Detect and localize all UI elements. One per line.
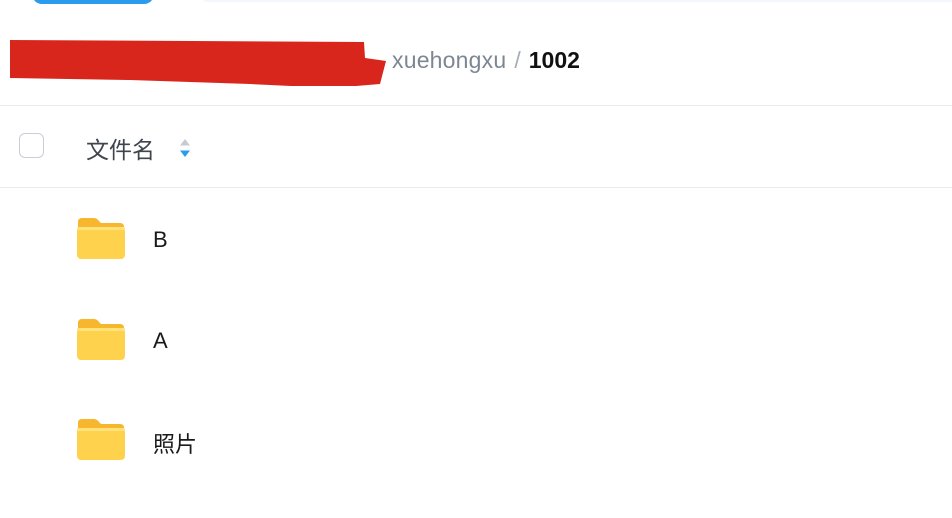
breadcrumb-separator: / — [514, 46, 521, 73]
breadcrumb-current: 1002 — [528, 46, 580, 73]
select-all-checkbox[interactable] — [19, 133, 44, 158]
table-header: 文件名 — [0, 107, 952, 187]
folder-icon — [77, 319, 125, 360]
list-item[interactable]: B — [0, 188, 952, 288]
divider — [0, 105, 952, 106]
file-name[interactable]: 照片 — [153, 427, 197, 459]
file-name[interactable]: B — [153, 227, 168, 253]
top-action-button[interactable] — [32, 0, 154, 4]
breadcrumb: xuehongxu / 1002 — [10, 30, 580, 90]
sort-icon[interactable] — [177, 136, 193, 160]
list-item[interactable]: A — [0, 288, 952, 388]
folder-icon — [77, 419, 125, 460]
column-header-filename[interactable]: 文件名 — [86, 131, 155, 165]
redacted-breadcrumb-segment — [10, 34, 386, 86]
list-item[interactable]: 照片 — [0, 388, 952, 488]
top-search-bar[interactable] — [200, 0, 952, 2]
file-browser-page: xuehongxu / 1002 文件名 B A 照片 — [0, 0, 952, 518]
file-name[interactable]: A — [153, 328, 168, 354]
breadcrumb-parent[interactable]: xuehongxu — [392, 47, 506, 74]
folder-icon — [77, 218, 125, 259]
